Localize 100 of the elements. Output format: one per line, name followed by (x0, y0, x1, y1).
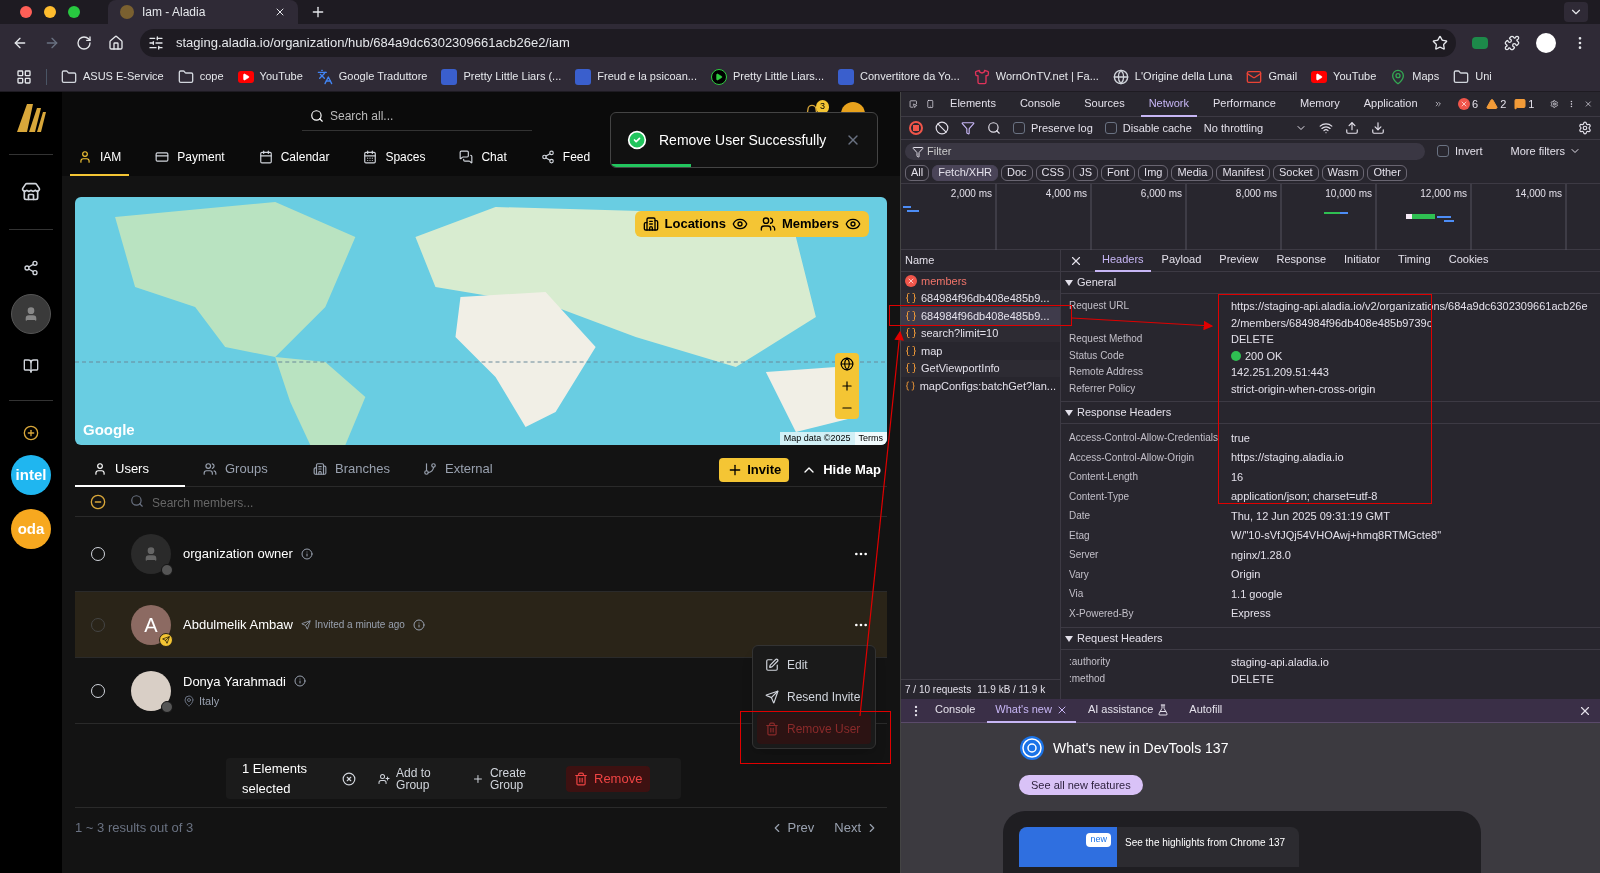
nav-tab[interactable]: Payment (147, 140, 233, 176)
book-icon[interactable] (23, 358, 39, 374)
video-card[interactable]: new See the highlights from Chrome 137 (1019, 827, 1299, 867)
member-search-field[interactable]: Search members... (130, 491, 430, 514)
bookmark[interactable]: L'Origine della Luna (1112, 68, 1233, 85)
zoom-in-icon[interactable] (840, 379, 854, 393)
bookmark-star-icon[interactable] (1432, 35, 1448, 51)
close-window-icon[interactable] (20, 6, 32, 18)
bookmark[interactable]: Freud e la psicoan... (575, 68, 697, 85)
type-filter-chip[interactable]: Manifest (1216, 164, 1270, 181)
search-icon[interactable] (987, 121, 1001, 135)
checkbox[interactable] (1013, 122, 1025, 134)
drawer-tab[interactable]: What's new (987, 698, 1076, 723)
filter-field[interactable]: Filter (905, 142, 1425, 160)
see-all-features-button[interactable]: See all new features (1019, 775, 1143, 795)
apps-icon[interactable] (16, 68, 32, 85)
panel-tab[interactable]: Sources (1076, 92, 1133, 117)
bulk-action-button[interactable]: Add to Group (378, 766, 450, 791)
bookmark[interactable]: cope (177, 68, 224, 85)
section-header[interactable]: Response Headers (1061, 402, 1600, 424)
clear-selection-icon[interactable] (342, 771, 356, 786)
throttling-dropdown[interactable]: No throttling (1203, 119, 1308, 137)
type-filter-chip[interactable]: Media (1171, 164, 1214, 181)
profile-avatar[interactable] (1536, 33, 1556, 53)
nav-tab[interactable]: Chat (451, 140, 515, 176)
section-header[interactable]: Request Headers (1061, 628, 1600, 650)
panel-tab[interactable]: Elements (942, 92, 1004, 117)
next-button[interactable]: Next (834, 817, 879, 838)
checkbox[interactable] (1437, 145, 1449, 157)
type-filter-chip[interactable]: Doc (1001, 164, 1033, 181)
panel-tab[interactable]: Console (1011, 92, 1069, 117)
panel-tab[interactable]: Memory (1291, 92, 1348, 117)
type-filter-chip[interactable]: CSS (1035, 164, 1071, 181)
new-tab-icon[interactable] (310, 4, 326, 20)
member-tab[interactable]: Users (75, 452, 185, 487)
detail-tab[interactable]: Cookies (1441, 250, 1496, 272)
store-icon[interactable] (21, 182, 41, 202)
type-filter-chip[interactable]: Wasm (1321, 164, 1365, 181)
type-filter-chip[interactable]: Other (1367, 164, 1407, 181)
nav-tab[interactable]: Spaces (355, 140, 434, 176)
camera-icon[interactable] (1472, 37, 1488, 49)
prev-button[interactable]: Prev (769, 817, 815, 838)
bookmark[interactable]: Pretty Little Liars (... (441, 68, 562, 85)
home-icon[interactable] (108, 35, 124, 51)
type-filter-chip[interactable]: JS (1073, 164, 1099, 181)
search-field[interactable]: Search all... (302, 101, 532, 131)
panel-tab[interactable]: Application (1355, 92, 1426, 117)
checkbox-label[interactable]: Disable cache (1122, 119, 1192, 137)
menu-item[interactable]: Resend Invite (757, 682, 871, 712)
type-filter-chip[interactable]: Font (1101, 164, 1136, 181)
request-row[interactable]: map (901, 342, 1060, 360)
reload-icon[interactable] (76, 35, 92, 51)
bookmark[interactable]: Convertitore da Yo... (838, 68, 960, 85)
tab-search-button[interactable] (1564, 2, 1588, 22)
checkbox-label[interactable]: Invert (1455, 142, 1483, 160)
member-tab[interactable]: External (405, 452, 515, 487)
inspect-icon[interactable] (909, 97, 918, 111)
detail-tab[interactable]: Payload (1154, 250, 1209, 272)
bookmark[interactable]: Gmail (1246, 68, 1298, 85)
back-icon[interactable] (12, 35, 28, 51)
request-row[interactable]: GetViewportInfo (901, 359, 1060, 377)
maximize-window-icon[interactable] (68, 6, 80, 18)
type-filter-chip[interactable]: All (905, 164, 930, 181)
member-tab[interactable]: Branches (295, 452, 405, 487)
detail-tab[interactable]: Headers (1095, 250, 1151, 272)
type-filter-chip[interactable]: Fetch/XHR (932, 164, 999, 181)
checkbox[interactable] (1104, 122, 1117, 134)
hide-map-button[interactable]: Hide Map (801, 457, 881, 482)
site-settings-icon[interactable] (148, 35, 164, 51)
terms-link[interactable]: Terms (854, 431, 887, 445)
bookmark[interactable]: ASUS E-Service (61, 68, 164, 85)
detail-tab[interactable]: Preview (1212, 250, 1266, 272)
panel-tab[interactable]: Network (1140, 92, 1197, 117)
settings-icon[interactable] (1578, 121, 1592, 135)
address-bar[interactable]: staging.aladia.io/organization/hub/684a9dc6302309661acb26e2/iam (140, 29, 1456, 57)
upload-icon[interactable] (1345, 121, 1360, 135)
extensions-icon[interactable] (1504, 35, 1520, 51)
map-panel[interactable]: Locations Members Google Map data ©2025 Terms (75, 197, 887, 445)
forward-icon[interactable] (44, 35, 60, 51)
filter-icon[interactable] (961, 121, 975, 135)
clear-icon[interactable] (935, 121, 949, 135)
bookmark[interactable]: Uni (1453, 68, 1492, 85)
close-tab-icon[interactable] (274, 6, 286, 18)
bookmark[interactable]: YouTube (1311, 68, 1377, 85)
bookmark[interactable]: YouTube (237, 68, 303, 85)
checkbox-label[interactable]: Preserve log (1031, 119, 1093, 137)
bookmark[interactable]: Google Traduttore (316, 68, 428, 85)
download-icon[interactable] (1371, 121, 1386, 135)
detail-tab[interactable]: Initiator (1337, 250, 1388, 272)
network-conditions-icon[interactable] (1319, 121, 1334, 135)
bookmark[interactable]: WornOnTV.net | Fa... (973, 68, 1099, 85)
browser-tab[interactable]: Iam - Aladia (108, 0, 298, 24)
drawer-tab[interactable]: AI assistance (1079, 698, 1178, 723)
share-icon[interactable] (23, 260, 39, 276)
detail-tab[interactable]: Response (1269, 250, 1333, 272)
invite-button[interactable]: Invite (719, 457, 790, 482)
detail-tab[interactable]: Timing (1391, 250, 1438, 272)
settings-icon[interactable] (1550, 97, 1559, 111)
panel-tab[interactable]: Performance (1205, 92, 1284, 117)
bulk-action-button[interactable]: Remove (566, 765, 651, 792)
